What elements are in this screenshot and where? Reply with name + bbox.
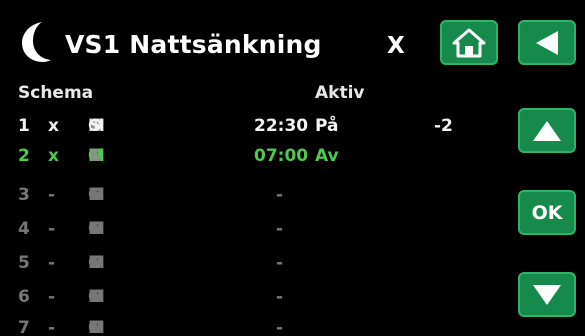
weekday-6: S: [89, 116, 102, 136]
row-value: -2: [434, 116, 453, 136]
row-time: 22:30: [254, 116, 309, 136]
row-number: 7: [18, 318, 30, 336]
weekday-6: S: [89, 253, 102, 273]
row-number: 6: [18, 287, 30, 307]
screen: VS1 Nattsänkning X OK Schema Aktiv 1xMTO…: [0, 0, 585, 336]
row-number: 1: [18, 116, 30, 136]
schedule-row-2[interactable]: 2 x M T O T F L S 07:00 Av: [0, 146, 515, 172]
row-number: 5: [18, 253, 30, 273]
aktiv-header: Aktiv: [315, 83, 365, 103]
row-enabled-mark: -: [48, 318, 56, 336]
row-number: 2: [18, 146, 30, 166]
row-enabled-mark: x: [48, 116, 59, 136]
home-button[interactable]: [440, 20, 498, 65]
weekday-6: S: [89, 185, 102, 205]
row-enabled-mark: -: [48, 185, 56, 205]
schedule-row-4[interactable]: 4-MTOTFLS-: [0, 219, 515, 245]
row-number: 4: [18, 219, 30, 239]
row-status: Av: [315, 146, 339, 166]
page-title: VS1 Nattsänkning: [65, 30, 322, 59]
moon-icon: [22, 22, 51, 62]
row-time: -: [276, 185, 284, 205]
weekday-6: S: [89, 318, 102, 336]
ok-button[interactable]: OK: [518, 190, 576, 235]
close-button[interactable]: X: [387, 33, 405, 59]
back-arrow-icon: [536, 30, 558, 55]
row-number: 3: [18, 185, 30, 205]
row-enabled-mark: -: [48, 287, 56, 307]
row-enabled-mark: -: [48, 219, 56, 239]
schedule-row-7[interactable]: 7-MTOTFLS-: [0, 318, 515, 336]
back-button[interactable]: [518, 20, 576, 65]
row-status: På: [315, 116, 339, 136]
schedule-row-1[interactable]: 1 x M T O T F L S 22:30 På -2: [0, 116, 515, 142]
schedule-row-5[interactable]: 5-MTOTFLS-: [0, 253, 515, 279]
weekday-6: S: [89, 146, 102, 166]
home-icon: [452, 28, 486, 57]
arrow-up-icon: [533, 120, 561, 141]
scroll-up-button[interactable]: [518, 108, 576, 153]
row-enabled-mark: x: [48, 146, 59, 166]
schedule-row-6[interactable]: 6-MTOTFLS-: [0, 287, 515, 313]
row-enabled-mark: -: [48, 253, 56, 273]
arrow-down-icon: [533, 284, 561, 305]
schema-header: Schema: [18, 83, 94, 103]
scroll-down-button[interactable]: [518, 272, 576, 317]
weekday-6: S: [89, 287, 102, 307]
row-time: -: [276, 318, 284, 336]
schedule-row-3[interactable]: 3-MTOTFLS-: [0, 185, 515, 211]
row-time: -: [276, 287, 284, 307]
row-time: -: [276, 219, 284, 239]
row-time: -: [276, 253, 284, 273]
row-time: 07:00: [254, 146, 309, 166]
weekday-6: S: [89, 219, 102, 239]
